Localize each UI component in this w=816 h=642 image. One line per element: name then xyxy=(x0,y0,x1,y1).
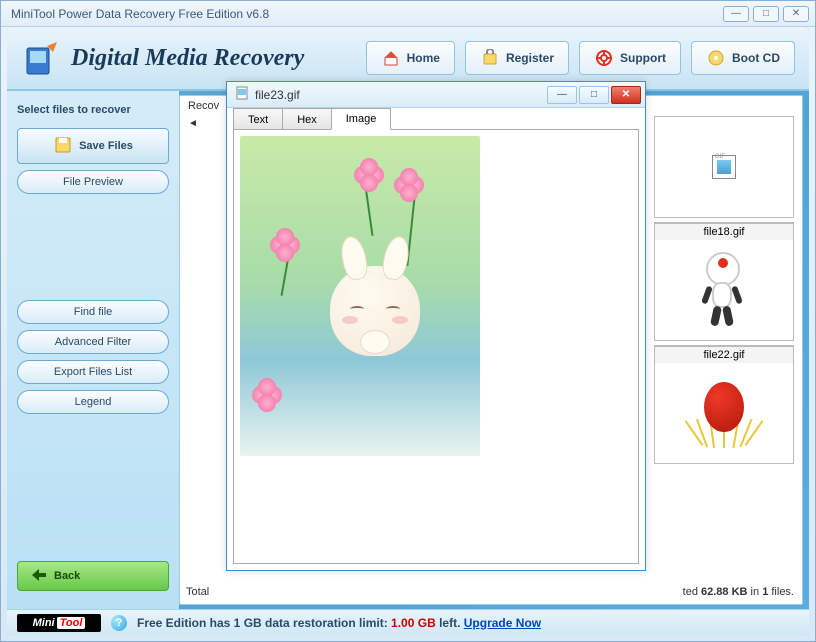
sidebar-label: Select files to recover xyxy=(17,103,169,118)
outer-titlebar: MiniTool Power Data Recovery Free Editio… xyxy=(1,1,815,27)
upgrade-link[interactable]: Upgrade Now xyxy=(464,616,541,630)
footer-text: Free Edition has 1 GB data restoration l… xyxy=(137,616,541,630)
app-window: MiniTool Power Data Recovery Free Editio… xyxy=(0,0,816,642)
thumbnail-column: file18.gif file22.gif xyxy=(654,116,794,570)
close-button[interactable]: ✕ xyxy=(783,6,809,22)
preview-titlebar[interactable]: file23.gif — □ ✕ xyxy=(227,82,645,108)
maximize-button[interactable]: □ xyxy=(753,6,779,22)
advanced-filter-button[interactable]: Advanced Filter xyxy=(17,330,169,354)
footer: MiniTool ? Free Edition has 1 GB data re… xyxy=(7,609,809,635)
gif-file-icon xyxy=(712,155,736,179)
save-icon xyxy=(53,135,73,158)
tab-panel-image xyxy=(233,129,639,564)
logo-icon xyxy=(21,38,61,78)
thumbnail-image xyxy=(655,117,793,217)
info-icon: ? xyxy=(111,615,127,631)
character-icon xyxy=(694,250,754,330)
back-arrow-icon xyxy=(32,569,46,584)
bootcd-label: Boot CD xyxy=(732,51,780,65)
preview-close-button[interactable]: ✕ xyxy=(611,86,641,104)
logo-box: Digital Media Recovery xyxy=(21,38,356,78)
tab-text[interactable]: Text xyxy=(233,108,283,130)
thumbnail-image xyxy=(655,363,793,463)
bootcd-button[interactable]: Boot CD xyxy=(691,41,795,75)
find-file-button[interactable]: Find file xyxy=(17,300,169,324)
file-icon xyxy=(235,86,249,103)
preview-body: Text Hex Image xyxy=(233,108,639,564)
egg-icon xyxy=(689,378,759,448)
preview-minimize-button[interactable]: — xyxy=(547,86,577,104)
thumbnail-item[interactable]: file22.gif xyxy=(654,345,794,464)
back-button[interactable]: Back xyxy=(17,561,169,591)
window-title: MiniTool Power Data Recovery Free Editio… xyxy=(7,7,719,21)
support-label: Support xyxy=(620,51,666,65)
back-label: Back xyxy=(54,570,80,582)
thumbnail-item[interactable] xyxy=(654,116,794,218)
register-icon xyxy=(480,48,500,68)
tree-collapse-icon[interactable]: ◄ xyxy=(188,118,198,129)
legend-button[interactable]: Legend xyxy=(17,390,169,414)
preview-image xyxy=(240,136,480,456)
sidebar: Select files to recover Save Files File … xyxy=(7,91,179,609)
preview-maximize-button[interactable]: □ xyxy=(579,86,609,104)
thumbnail-caption: file22.gif xyxy=(655,346,793,363)
bootcd-icon xyxy=(706,48,726,68)
tab-hex[interactable]: Hex xyxy=(282,108,332,130)
thumbnail-image xyxy=(655,240,793,340)
export-files-list-button[interactable]: Export Files List xyxy=(17,360,169,384)
status-line: Total ted 62.88 KB in 1 files. xyxy=(186,586,794,598)
register-label: Register xyxy=(506,51,554,65)
preview-title: file23.gif xyxy=(231,86,545,103)
thumbnail-item[interactable]: file18.gif xyxy=(654,222,794,341)
home-label: Home xyxy=(407,51,440,65)
thumbnail-caption: file18.gif xyxy=(655,223,793,240)
save-files-label: Save Files xyxy=(79,140,133,152)
home-button[interactable]: Home xyxy=(366,41,455,75)
preview-window: file23.gif — □ ✕ Text Hex Image xyxy=(226,81,646,571)
home-icon xyxy=(381,48,401,68)
minitool-logo: MiniTool xyxy=(17,614,101,632)
tab-row: Text Hex Image xyxy=(233,108,639,130)
register-button[interactable]: Register xyxy=(465,41,569,75)
minimize-button[interactable]: — xyxy=(723,6,749,22)
support-button[interactable]: Support xyxy=(579,41,681,75)
tab-image[interactable]: Image xyxy=(331,108,392,130)
support-icon xyxy=(594,48,614,68)
file-preview-button[interactable]: File Preview xyxy=(17,170,169,194)
save-files-button[interactable]: Save Files xyxy=(17,128,169,164)
app-heading: Digital Media Recovery xyxy=(71,45,304,72)
